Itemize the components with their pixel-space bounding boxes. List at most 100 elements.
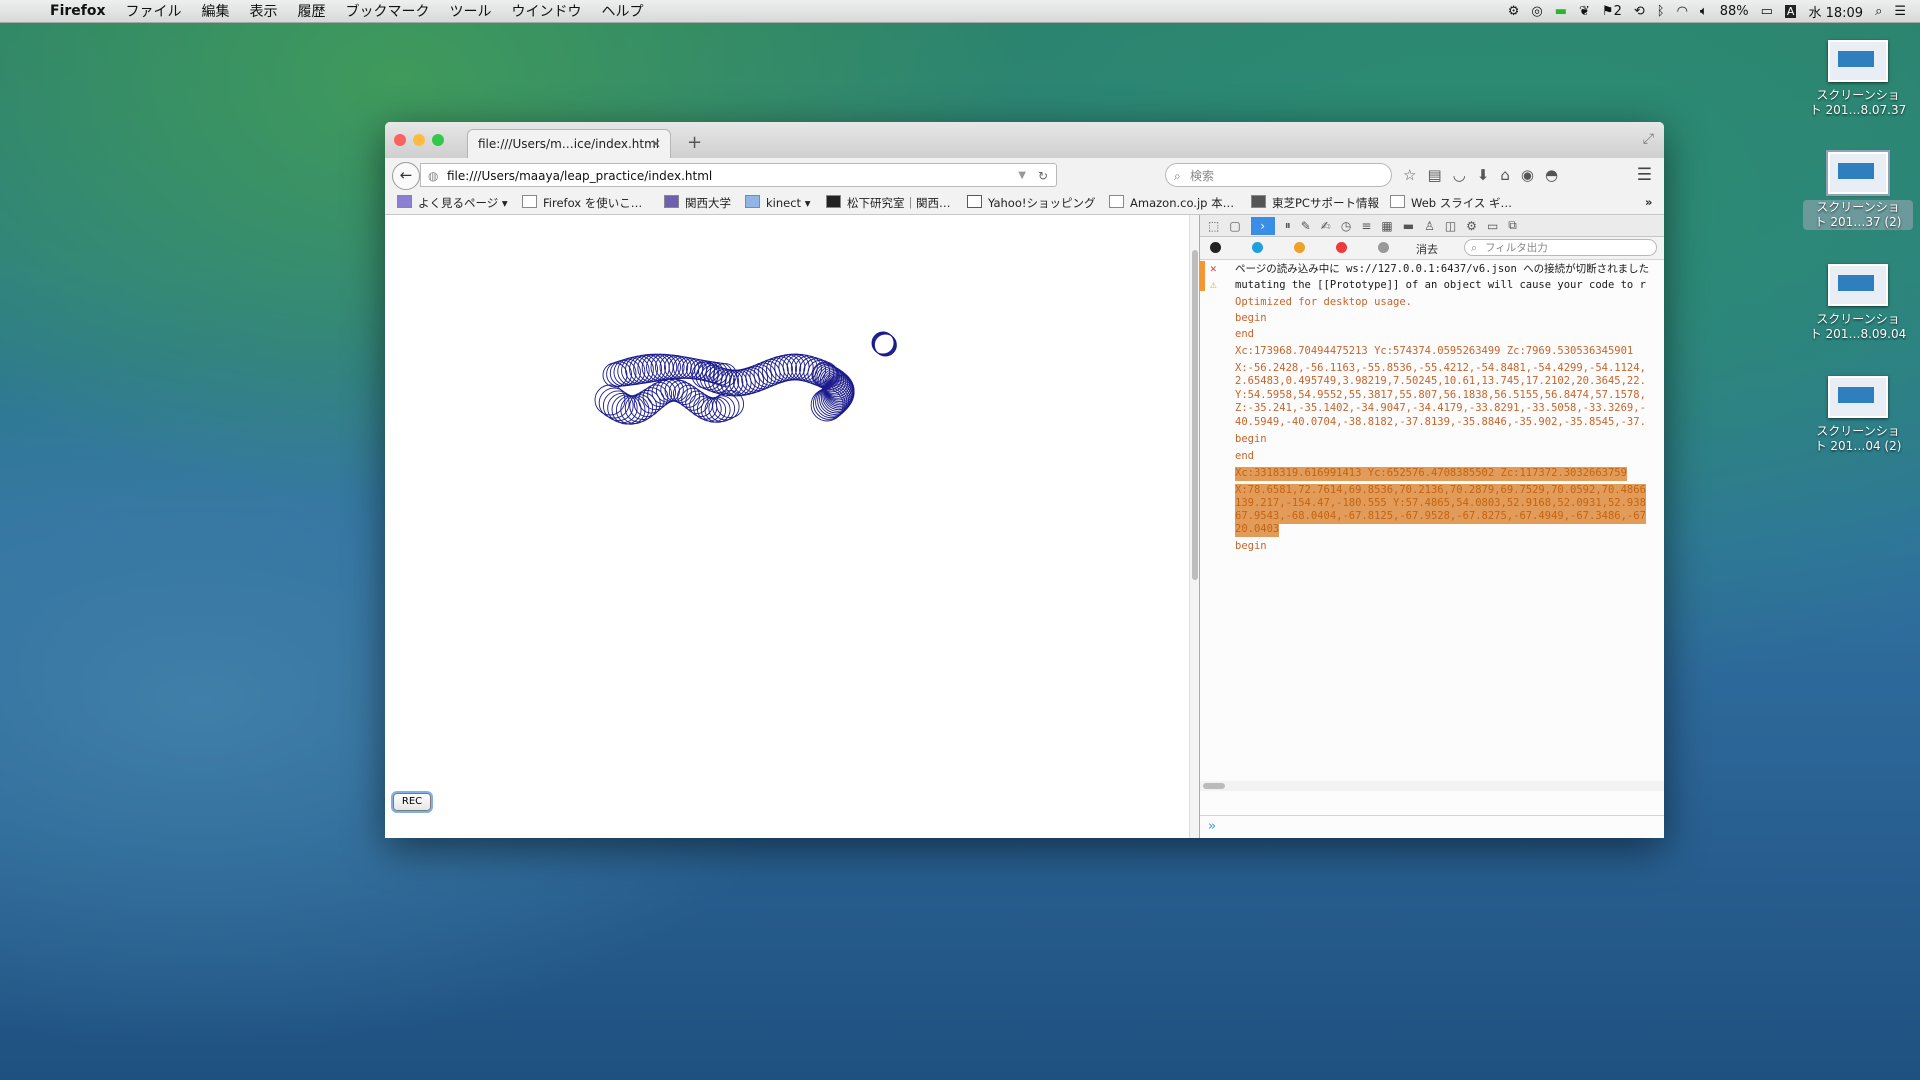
time-machine-icon[interactable]: ⟲ [1634, 4, 1645, 19]
scroll-thumb[interactable] [1203, 783, 1225, 789]
scratchpad-icon[interactable]: ✍ [1321, 219, 1331, 233]
settings-gear-icon[interactable]: ⚙ [1466, 219, 1477, 233]
battery-meter-icon[interactable]: ▬ [1555, 4, 1567, 19]
bookmark-most-visited[interactable]: よく見るページ ▾ [397, 195, 508, 211]
menu-file[interactable]: ファイル [116, 1, 192, 21]
console-line: Y:54.5958,54.9552,55.3817,55.807,56.1838… [1235, 389, 1646, 401]
volume-icon[interactable]: 🔈︎ [1700, 4, 1708, 19]
menu-firefox[interactable]: Firefox [40, 3, 116, 19]
console-line: begin [1235, 312, 1267, 324]
rec-button[interactable]: REC [393, 793, 431, 811]
spotlight-icon[interactable]: ⌕ [1875, 4, 1882, 19]
network-icon[interactable]: ≡ [1361, 219, 1371, 233]
bluetooth-icon[interactable]: ᛒ [1657, 4, 1665, 19]
debugger-icon[interactable]: ⏸ [1285, 218, 1291, 233]
reload-icon[interactable]: ↻ [1038, 164, 1048, 188]
security-filter-button[interactable] [1336, 242, 1347, 253]
inspector-icon[interactable]: ▢ [1229, 219, 1240, 233]
menu-view[interactable]: 表示 [240, 1, 288, 21]
clear-button[interactable]: 消去 [1416, 241, 1438, 257]
bookmark-star-icon[interactable]: ☆ [1403, 166, 1416, 184]
url-dropdown-icon[interactable]: ▼ [1018, 164, 1026, 188]
menu-tools[interactable]: ツール [440, 1, 502, 21]
pick-element-icon[interactable]: ⬚ [1208, 219, 1219, 233]
console-line: Xc:173968.70494475213 Yc:574374.05952634… [1235, 345, 1634, 357]
bookmark-firefox[interactable]: Firefox を使いこ… [522, 195, 642, 211]
scroll-thumb[interactable] [1192, 250, 1198, 580]
zoom-window-button[interactable] [432, 134, 444, 146]
sync-icon[interactable]: ◎ [1531, 4, 1542, 19]
console-input[interactable]: » [1200, 815, 1664, 838]
menu-history[interactable]: 履歴 [288, 1, 336, 21]
url-bar[interactable]: ◍ file:///Users/maaya/leap_practice/inde… [420, 163, 1057, 187]
hamburger-menu-icon[interactable]: ☰ [1637, 165, 1652, 185]
desktop-file-screenshot-4[interactable]: スクリーンショト 201…04 (2) [1803, 376, 1913, 454]
menu-window[interactable]: ウインドウ [502, 1, 592, 21]
console-filter-bar: 消去 ⌕ フィルタ出力 [1200, 237, 1664, 260]
notification-center-icon[interactable]: ☰ [1894, 4, 1906, 19]
back-button[interactable]: ← [392, 162, 420, 190]
search-input[interactable]: ⌕ 検索 [1165, 163, 1392, 187]
menu-help[interactable]: ヘルプ [592, 1, 654, 21]
console-line-selected: Xc:3318319.616991413 Yc:652576.470838550… [1235, 467, 1627, 481]
css-filter-button[interactable] [1252, 242, 1263, 253]
downloads-icon[interactable]: ⬇ [1477, 166, 1490, 184]
minimize-window-button[interactable] [413, 134, 425, 146]
console-hscrollbar[interactable] [1200, 781, 1664, 791]
chat-icon[interactable]: ◓ [1545, 166, 1558, 184]
undock-icon[interactable]: ⧉ [1508, 218, 1517, 233]
bookmark-kinect-folder[interactable]: kinect ▾ [745, 195, 811, 210]
console-output[interactable]: ✕ ⚠ ページの読み込み中に ws://127.0.0.1:6437/v6.js… [1200, 261, 1664, 781]
bookmarks-menu-icon[interactable]: ▤ [1427, 166, 1441, 184]
performance-icon[interactable]: ◷ [1341, 219, 1351, 233]
dock-icon[interactable]: ▭ [1487, 219, 1498, 233]
evernote-icon[interactable]: ❦ [1579, 4, 1590, 19]
input-method-icon[interactable]: ⚑2 [1602, 4, 1622, 19]
home-icon[interactable]: ⌂ [1500, 166, 1510, 184]
search-icon: ⌕ [1174, 169, 1181, 183]
menu-bookmarks[interactable]: ブックマーク [336, 1, 440, 21]
menu-edit[interactable]: 編集 [192, 1, 240, 21]
clock[interactable]: 水 18:09 [1808, 2, 1863, 21]
filter-output-input[interactable]: ⌕ フィルタ出力 [1464, 239, 1657, 256]
bookmark-kansai-univ[interactable]: 関西大学 [664, 195, 731, 211]
new-tab-button[interactable]: + [687, 132, 702, 153]
toshiba-icon [1251, 195, 1266, 208]
window-controls [394, 134, 444, 146]
yahoo-icon [967, 195, 982, 208]
bookmark-web-slice[interactable]: Web スライス ギ… [1390, 195, 1512, 211]
console-line: end [1235, 328, 1254, 340]
console-tab-icon[interactable]: › [1250, 216, 1275, 235]
bookmarks-overflow-icon[interactable]: » [1645, 195, 1652, 209]
battery-percent[interactable]: 88% [1720, 4, 1749, 19]
js-filter-button[interactable] [1294, 242, 1305, 253]
bookmark-amazon[interactable]: Amazon.co.jp 本… [1109, 195, 1234, 211]
bookmark-matsushita-lab[interactable]: 松下研究室｜関西… [826, 195, 951, 211]
close-window-button[interactable] [394, 134, 406, 146]
split-console-icon[interactable]: ▬ [1403, 219, 1414, 233]
status-icon[interactable]: ⚙ [1508, 4, 1520, 19]
frames-icon[interactable]: ◫ [1445, 219, 1456, 233]
console-line: mutating the [[Prototype]] of an object … [1235, 279, 1646, 291]
net-filter-button[interactable] [1210, 242, 1221, 253]
addon-icon[interactable]: ◉ [1521, 166, 1534, 184]
desktop-file-screenshot-2[interactable]: スクリーンショト 201…37 (2) [1803, 150, 1913, 230]
bookmark-yahoo-shopping[interactable]: Yahoo!ショッピング [967, 195, 1095, 211]
paintflash-icon[interactable]: ♙ [1424, 219, 1435, 233]
fullscreen-icon[interactable]: ⤢ [1643, 131, 1654, 147]
wifi-icon[interactable]: ◠ [1677, 4, 1688, 19]
battery-icon[interactable]: ▭ [1761, 4, 1773, 19]
pocket-icon[interactable]: ◡ [1453, 166, 1466, 184]
bookmark-toshiba[interactable]: 東芝PCサポート情報 [1251, 195, 1379, 211]
desktop-file-screenshot-3[interactable]: スクリーンショト 201…8.09.04 [1803, 264, 1913, 342]
tab-index-html[interactable]: file:///Users/m…ice/index.html ✕ [467, 129, 671, 158]
console-prompt-icon: » [1208, 819, 1216, 834]
style-editor-icon[interactable]: ✎ [1301, 219, 1311, 233]
responsive-icon[interactable]: ▦ [1381, 219, 1392, 233]
ime-letter[interactable]: A [1784, 4, 1797, 18]
close-tab-icon[interactable]: ✕ [651, 130, 661, 158]
file-label: スクリーンショト 201…04 (2) [1814, 424, 1902, 453]
console-line: Z:-35.241,-35.1402,-34.9047,-34.4179,-33… [1235, 402, 1646, 414]
logging-filter-button[interactable] [1378, 242, 1389, 253]
desktop-file-screenshot-1[interactable]: スクリーンショト 201…8.07.37 [1803, 40, 1913, 118]
